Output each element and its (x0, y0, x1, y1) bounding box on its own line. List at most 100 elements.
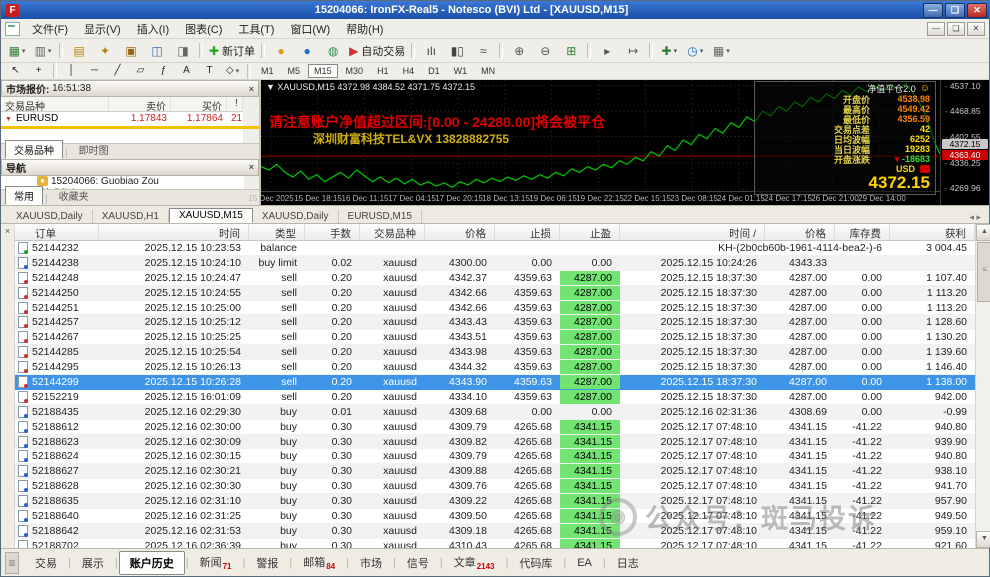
market-watch-col-1[interactable]: 卖价 (109, 97, 171, 113)
bottom-tab-邮箱[interactable]: 邮箱84 (293, 551, 345, 574)
new-order-button[interactable]: ✚ 新订单 (206, 40, 258, 61)
toolbox-toggle-button[interactable]: ▣ (118, 40, 144, 61)
menu-item-0[interactable]: 文件(F) (24, 19, 76, 39)
timeframe-H1[interactable]: H1 (371, 64, 395, 78)
chart-tab-0[interactable]: XAUUSD,Daily (7, 210, 93, 223)
table-row[interactable]: 52188628 2025.12.16 02:30:30 buy 0.30 xauusd… (15, 479, 975, 495)
shapes-button[interactable]: ◇ ▾ (221, 63, 244, 79)
orders-col-header-10[interactable]: 库存费 (835, 224, 890, 240)
bottom-tab-日志[interactable]: 日志 (607, 552, 649, 574)
chart-tabs-scroll-icons[interactable]: ◂ ▸ (969, 212, 983, 223)
menu-item-6[interactable]: 帮助(H) (338, 19, 391, 39)
bottom-tab-信号[interactable]: 信号 (397, 552, 439, 574)
orders-col-header-7[interactable]: 止盈 (560, 224, 620, 240)
bottom-tab-新闻[interactable]: 新闻71 (190, 551, 242, 574)
bottom-tab-EA[interactable]: EA (567, 554, 602, 572)
menu-item-1[interactable]: 显示(V) (76, 19, 129, 39)
orders-col-header-4[interactable]: 交易品种 (360, 224, 425, 240)
zoom-out-button[interactable]: ⊖ (532, 40, 558, 61)
chart-shift-button[interactable]: ↦ (620, 40, 646, 61)
text-button[interactable]: A (175, 63, 198, 79)
orders-col-header-1[interactable]: 时间 (99, 224, 249, 240)
table-row[interactable]: 52144250 2025.12.15 10:24:55 sell 0.20 xauus… (15, 285, 975, 301)
deposit-button[interactable]: ● (268, 40, 294, 61)
table-row[interactable]: 52144257 2025.12.15 10:25:12 sell 0.20 xauus… (15, 315, 975, 331)
bottom-tab-市场[interactable]: 市场 (350, 552, 392, 574)
new-chart-button[interactable]: ▦ ▾ (4, 40, 30, 61)
candles-mode-button[interactable]: ▮▯ (444, 40, 470, 61)
timeframe-W1[interactable]: W1 (448, 64, 474, 78)
orders-col-header-0[interactable]: 订单 (15, 224, 99, 240)
market-watch-toggle-button[interactable]: ▤ (66, 40, 92, 61)
navigator-close-icon[interactable]: × (249, 162, 254, 172)
equidistant-channel-button[interactable]: ▱ (129, 63, 152, 79)
table-row[interactable]: 52144295 2025.12.15 10:26:13 sell 0.20 xauus… (15, 360, 975, 376)
orders-col-header-3[interactable]: 手数 (305, 224, 360, 240)
autotrading-button[interactable]: ▶ 自动交易 (346, 40, 408, 61)
templates-button[interactable]: ▦ ▾ (708, 40, 734, 61)
web-terminal-button[interactable]: ◍ (320, 40, 346, 61)
bars-mode-button[interactable]: ılı (418, 40, 444, 61)
mdi-restore-button[interactable]: ❏ (947, 21, 965, 36)
chart-tab-1[interactable]: XAUUSD,H1 (93, 210, 169, 223)
community-button[interactable]: ● (294, 40, 320, 61)
mdi-minimize-button[interactable]: — (927, 21, 945, 36)
orders-scrollbar[interactable]: ▲ ≡ ▼ (975, 224, 990, 548)
market-watch-col-3[interactable]: ! (227, 97, 243, 112)
table-row[interactable]: 52188702 2025.12.16 02:36:39 buy 0.30 xauusd… (15, 538, 975, 548)
crosshair-button[interactable]: + (27, 63, 50, 79)
chart-tab-4[interactable]: EURUSD,M15 (339, 210, 422, 223)
minimize-button[interactable]: — (923, 2, 943, 18)
navigator-tab-1[interactable]: 收藏夹 (50, 186, 98, 205)
strategy-tester-toggle-button[interactable]: ◫ (144, 40, 170, 61)
bottom-tab-账户历史[interactable]: 账户历史 (118, 550, 185, 575)
profiles-button[interactable]: ▥ ▾ (30, 40, 56, 61)
table-row[interactable]: 52188612 2025.12.16 02:30:00 buy 0.30 xauusd… (15, 419, 975, 435)
text-label-button[interactable]: T (198, 63, 221, 79)
navigator-item-0[interactable]: ● 15204066: Guobiao Zou (1, 176, 244, 187)
bottom-tab-警报[interactable]: 警报 (246, 552, 288, 574)
chart-tab-2[interactable]: XAUUSD,M15 (168, 208, 253, 223)
cursor-button[interactable]: ↖ (4, 63, 27, 79)
table-row[interactable]: 52144251 2025.12.15 10:25:00 sell 0.20 xauus… (15, 300, 975, 316)
periods-clock-button[interactable]: ◷ ▾ (682, 40, 708, 61)
table-row[interactable]: 52188635 2025.12.16 02:31:10 buy 0.30 xauusd… (15, 494, 975, 510)
market-watch-tab-1[interactable]: 即时图 (70, 140, 118, 159)
market-watch-tab-0[interactable]: 交易品种 (5, 139, 63, 159)
bottom-tab-展示[interactable]: 展示 (72, 552, 114, 574)
orders-col-header-8[interactable]: 时间 / (620, 224, 765, 240)
timeframe-D1[interactable]: D1 (422, 64, 446, 78)
orders-col-header-9[interactable]: 价格 (765, 224, 835, 240)
timeframe-M15[interactable]: M15 (308, 64, 338, 78)
table-row[interactable]: 52188642 2025.12.16 02:31:53 buy 0.30 xauusd… (15, 523, 975, 539)
scroll-track[interactable] (976, 303, 990, 531)
timeframe-M1[interactable]: M1 (255, 64, 280, 78)
market-watch-close-icon[interactable]: × (249, 84, 254, 94)
bottom-tab-交易[interactable]: 交易 (25, 552, 67, 574)
symbol-cell[interactable]: ▼ EURUSD (1, 112, 109, 126)
navigator-toggle-button[interactable]: ✦ (92, 40, 118, 61)
table-row[interactable]: 52144238 2025.12.15 10:24:10 buy limit 0.02… (15, 255, 975, 271)
zoom-in-button[interactable]: ⊕ (506, 40, 532, 61)
indicators-add-button[interactable]: ✚ ▾ (656, 40, 682, 61)
timeframe-MN[interactable]: MN (475, 64, 501, 78)
bottom-tab-文章[interactable]: 文章2143 (444, 551, 505, 574)
scroll-down-icon[interactable]: ▼ (976, 531, 990, 548)
line-mode-button[interactable]: ≈ (470, 40, 496, 61)
timeframe-H4[interactable]: H4 (397, 64, 421, 78)
table-row[interactable]: 52188624 2025.12.16 02:30:15 buy 0.30 xauusd… (15, 449, 975, 465)
table-row[interactable]: 52188623 2025.12.16 02:30:09 buy 0.30 xauusd… (15, 434, 975, 450)
table-row[interactable]: 52152219 2025.12.15 16:01:09 sell 0.20 xauus… (15, 389, 975, 405)
menu-item-5[interactable]: 窗口(W) (282, 19, 338, 39)
fibonacci-button[interactable]: ƒ (152, 63, 175, 79)
menu-item-3[interactable]: 图表(C) (177, 19, 230, 39)
navigator-tab-0[interactable]: 常用 (5, 186, 43, 205)
table-row[interactable]: 52144299 2025.12.15 10:26:28 sell 0.20 xauus… (15, 375, 975, 390)
table-row[interactable]: 52188627 2025.12.16 02:30:21 buy 0.30 xauusd… (15, 464, 975, 480)
orders-col-header-2[interactable]: 类型 (249, 224, 305, 240)
table-row[interactable]: 52144232 2025.12.15 10:23:53 balance KH-(2b… (15, 241, 975, 256)
maximize-button[interactable]: ❏ (945, 2, 965, 18)
scroll-thumb[interactable]: ≡ (977, 242, 990, 302)
menu-item-2[interactable]: 插入(I) (129, 19, 177, 39)
dock-grip-icon[interactable]: ▥ (5, 551, 19, 574)
